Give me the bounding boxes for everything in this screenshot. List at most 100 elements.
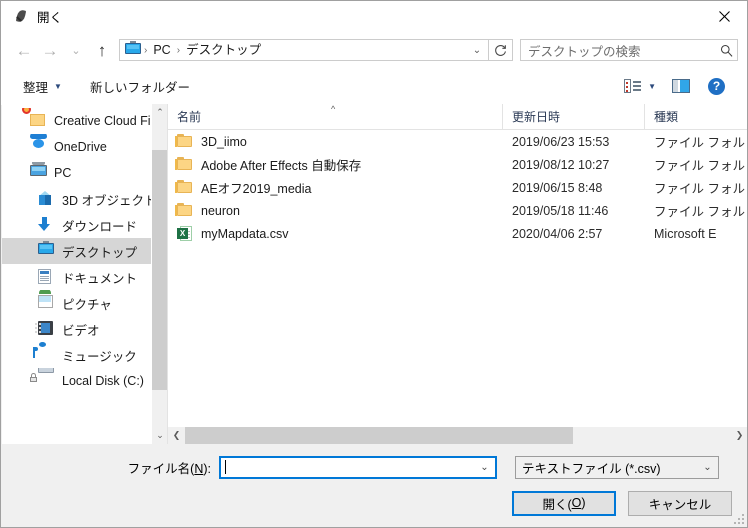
- breadcrumb-pc[interactable]: PC: [148, 40, 175, 60]
- file-type: ファイル フォル: [654, 136, 745, 150]
- chevron-left-icon[interactable]: ❮: [168, 427, 185, 444]
- sidebar-item-label: ピクチャ: [62, 297, 112, 312]
- refresh-icon: [495, 44, 506, 56]
- sidebar-item-pictures[interactable]: ピクチャ: [2, 290, 167, 316]
- sidebar-item-pc[interactable]: PC: [2, 160, 167, 186]
- preview-pane-button[interactable]: [662, 75, 700, 97]
- column-header-type[interactable]: 種類: [645, 104, 747, 129]
- window-title: 開く: [37, 11, 63, 25]
- chevron-right-icon[interactable]: ❯: [731, 427, 747, 444]
- videos-icon: [35, 321, 55, 337]
- sidebar-item-label: デスクトップ: [62, 245, 138, 260]
- column-label: 更新日時: [512, 110, 561, 124]
- toolbar-right-group: ▼ ?: [618, 74, 733, 99]
- sidebar-item-label: OneDrive: [54, 140, 107, 154]
- search-box[interactable]: デスクトップの検索: [520, 39, 738, 61]
- breadcrumb-desktop[interactable]: デスクトップ: [181, 40, 266, 60]
- view-layout-icon: [624, 79, 642, 93]
- open-button[interactable]: 開く(O): [512, 490, 616, 516]
- refresh-button[interactable]: [489, 39, 513, 61]
- file-name: neuron: [201, 203, 240, 218]
- close-glyph: [718, 10, 730, 22]
- file-modified: 2019/06/15 8:48: [512, 180, 603, 195]
- sidebar-item-label: ドキュメント: [62, 271, 138, 286]
- excel-file-icon: X: [177, 225, 194, 242]
- chevron-down-icon: ▼: [648, 81, 656, 91]
- dialog-body: Creative Cloud File OneDrive PC 3D オブジェク…: [2, 104, 747, 444]
- file-type-combobox[interactable]: テキストファイル (*.csv) ⌄: [515, 455, 719, 479]
- sidebar-item-documents[interactable]: ドキュメント: [2, 264, 167, 290]
- file-name-label: ファイル名(N):: [1, 458, 219, 477]
- open-label-pre: 開く(: [542, 497, 572, 512]
- cancel-button[interactable]: キャンセル: [628, 490, 732, 516]
- chevron-down-icon: ⌄: [71, 44, 81, 57]
- chevron-up-icon[interactable]: ⌃: [152, 104, 167, 121]
- table-row[interactable]: neuron 2019/05/18 11:46 ファイル フォル: [168, 199, 747, 222]
- file-type: ファイル フォル: [654, 182, 745, 196]
- new-folder-label: 新しいフォルダー: [89, 80, 190, 95]
- resize-grip[interactable]: [734, 514, 744, 524]
- scrollbar-track[interactable]: [185, 427, 731, 444]
- column-header-name[interactable]: 名前 ^: [168, 104, 503, 129]
- sidebar-item-videos[interactable]: ビデオ: [2, 316, 167, 342]
- address-bar[interactable]: › PC › デスクトップ ⌄: [119, 39, 489, 61]
- scrollbar-thumb[interactable]: [185, 427, 573, 444]
- downloads-icon: [38, 217, 55, 233]
- file-type: ファイル フォル: [654, 205, 745, 219]
- organize-button[interactable]: 整理 ▼: [17, 73, 68, 100]
- sidebar-item-desktop[interactable]: デスクトップ: [2, 238, 167, 264]
- table-row[interactable]: AEオフ2019_media 2019/06/15 8:48 ファイル フォル: [168, 176, 747, 199]
- column-label: 種類: [654, 110, 679, 124]
- table-row[interactable]: Adobe After Effects 自動保存 2019/08/12 10:2…: [168, 153, 747, 176]
- sidebar-item-onedrive[interactable]: OneDrive: [2, 134, 167, 160]
- back-button[interactable]: ←: [11, 37, 37, 63]
- new-folder-button[interactable]: 新しいフォルダー: [84, 73, 196, 100]
- file-name-combobox[interactable]: ⌄: [219, 455, 497, 479]
- file-name-label-post: ):: [203, 461, 211, 476]
- sidebar-scrollbar-thumb[interactable]: [152, 150, 167, 390]
- file-modified: 2020/04/06 2:57: [512, 226, 603, 241]
- quill-icon: [13, 8, 29, 25]
- file-list-horizontal-scrollbar[interactable]: ❮ ❯: [168, 426, 747, 444]
- recent-locations-button[interactable]: ⌄: [63, 37, 89, 63]
- table-row[interactable]: X myMapdata.csv 2020/04/06 2:57 Microsof…: [168, 222, 747, 245]
- change-view-button[interactable]: ▼: [618, 75, 662, 97]
- sidebar-item-music[interactable]: ミュージック: [2, 342, 167, 368]
- sidebar-item-label: Creative Cloud File: [54, 114, 161, 128]
- sidebar-item-label: ダウンロード: [62, 219, 138, 234]
- file-name-cell: neuron: [168, 202, 503, 219]
- folder-icon: [175, 202, 194, 219]
- column-headers: 名前 ^ 更新日時 種類: [168, 104, 747, 130]
- sidebar-item-label: PC: [54, 166, 72, 180]
- sidebar-item-label: Local Disk (C:): [62, 374, 144, 388]
- sidebar-item-label: 3D オブジェクト: [62, 193, 157, 208]
- chevron-down-icon[interactable]: ⌄: [466, 40, 488, 60]
- file-rows: 3D_iimo 2019/06/23 15:53 ファイル フォル Adobe …: [168, 130, 747, 426]
- sidebar-item-downloads[interactable]: ダウンロード: [2, 212, 167, 238]
- sidebar-item-local-disk-c[interactable]: Local Disk (C:): [2, 368, 167, 394]
- forward-button[interactable]: →: [37, 37, 63, 63]
- chevron-down-icon[interactable]: ⌄: [697, 462, 718, 473]
- close-icon[interactable]: [701, 1, 747, 31]
- sidebar-item-label: ミュージック: [62, 349, 137, 364]
- chevron-down-icon: ▼: [54, 81, 62, 91]
- sort-ascending-icon: ^: [331, 104, 336, 114]
- sidebar-item-3d-objects[interactable]: 3D オブジェクト: [2, 186, 167, 212]
- folder-icon: [175, 156, 194, 173]
- chevron-down-icon[interactable]: ⌄: [474, 462, 495, 473]
- file-list-pane: 名前 ^ 更新日時 種類 3D_iimo 2019/06/23 15:53 ファ…: [167, 104, 747, 444]
- desktop-icon: [38, 241, 55, 259]
- table-row[interactable]: 3D_iimo 2019/06/23 15:53 ファイル フォル: [168, 130, 747, 153]
- help-button[interactable]: ?: [700, 74, 733, 99]
- desktop-monitor-icon: [125, 41, 141, 57]
- sidebar-item-creative-cloud-files[interactable]: Creative Cloud File: [2, 108, 167, 134]
- sidebar-scrollbar[interactable]: ⌃ ⌄: [151, 104, 167, 444]
- chevron-down-icon[interactable]: ⌄: [152, 427, 167, 444]
- file-name-input[interactable]: [221, 460, 474, 474]
- column-header-modified[interactable]: 更新日時: [503, 104, 645, 129]
- search-input[interactable]: デスクトップの検索: [521, 41, 715, 60]
- text-cursor: [225, 460, 226, 474]
- open-file-dialog: 開く ← → ⌄ ↑ › PC › デスクトップ ⌄ デスクトップの検索 整理 …: [0, 0, 748, 528]
- file-name-cell: Adobe After Effects 自動保存: [168, 155, 503, 174]
- up-one-level-button[interactable]: ↑: [89, 37, 115, 63]
